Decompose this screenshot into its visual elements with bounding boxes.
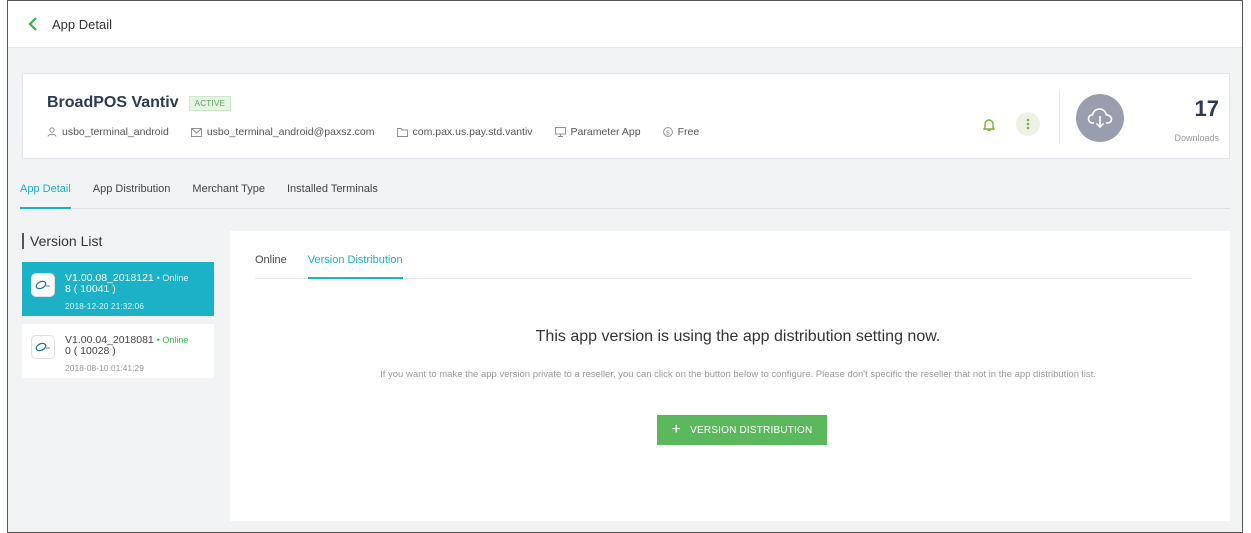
top-bar: App Detail <box>8 1 1242 48</box>
page-title: App Detail <box>52 16 112 32</box>
version-code: 0 ( 10028 ) <box>65 345 116 357</box>
distribution-message-title: This app version is using the app distri… <box>535 328 941 345</box>
status-badge: ACTIVE <box>188 95 232 111</box>
mail-icon <box>190 127 202 137</box>
downloads-count: 17 <box>1194 96 1219 121</box>
version-status: • Online <box>156 335 189 345</box>
tab-merchant-type[interactable]: Merchant Type <box>192 176 265 209</box>
app-type: Parameter App <box>570 126 641 138</box>
version-date: 2018-08-10 01:41:29 <box>65 363 144 373</box>
version-list-item[interactable]: V1.00.08_2018121 • Online 8 ( 10041 ) 20… <box>22 262 214 316</box>
version-code: 8 ( 10041 ) <box>65 283 116 295</box>
plus-icon: + <box>671 421 682 438</box>
version-distribution-button[interactable]: + VERSION DISTRIBUTION <box>657 415 827 445</box>
version-detail-panel: Online Version Distribution This app ver… <box>230 231 1230 521</box>
user-icon <box>47 127 57 137</box>
more-options-icon[interactable] <box>1016 112 1040 136</box>
app-info-card: BroadPOS Vantiv ACTIVE usbo_terminal_and… <box>22 73 1230 159</box>
tab-app-detail[interactable]: App Detail <box>20 176 71 209</box>
developer-email: usbo_terminal_android@paxsz.com <box>206 126 375 138</box>
app-logo-icon <box>31 273 55 297</box>
distribution-message-description: If you want to make the app version priv… <box>380 369 1096 380</box>
downloads-label: Downloads <box>1174 133 1219 143</box>
app-logo-icon <box>31 335 55 359</box>
tab-app-distribution[interactable]: App Distribution <box>93 176 171 209</box>
package-name: com.pax.us.pay.std.vantiv <box>412 126 533 138</box>
back-arrow-icon[interactable] <box>26 17 40 31</box>
version-list-item[interactable]: V1.00.04_2018081 • Online 0 ( 10028 ) 20… <box>22 324 214 378</box>
app-meta-row: usbo_terminal_android usbo_terminal_andr… <box>47 126 721 138</box>
version-list-title: Version List <box>22 233 102 249</box>
tab-version-distribution[interactable]: Version Distribution <box>307 245 403 279</box>
app-window: App Detail BroadPOS Vantiv ACTIVE usbo_t… <box>7 0 1243 533</box>
svg-text:$: $ <box>666 128 670 136</box>
panel-tabs: Online Version Distribution <box>255 245 1192 279</box>
version-distribution-button-label: VERSION DISTRIBUTION <box>690 424 813 436</box>
app-price: Free <box>677 126 700 138</box>
version-status: • Online <box>156 273 189 283</box>
developer-name: usbo_terminal_android <box>62 126 169 138</box>
version-date: 2018-12-20 21:32:06 <box>65 301 144 311</box>
divider <box>1059 90 1060 144</box>
detail-tabs: App Detail App Distribution Merchant Typ… <box>20 176 1230 209</box>
folder-icon <box>396 127 408 137</box>
app-name: BroadPOS Vantiv <box>47 94 179 111</box>
monitor-icon <box>554 127 566 137</box>
tab-online[interactable]: Online <box>255 245 287 279</box>
cloud-download-icon[interactable] <box>1076 94 1124 142</box>
bell-icon[interactable] <box>978 114 1000 136</box>
dollar-icon: $ <box>662 127 673 137</box>
tab-installed-terminals[interactable]: Installed Terminals <box>287 176 378 209</box>
